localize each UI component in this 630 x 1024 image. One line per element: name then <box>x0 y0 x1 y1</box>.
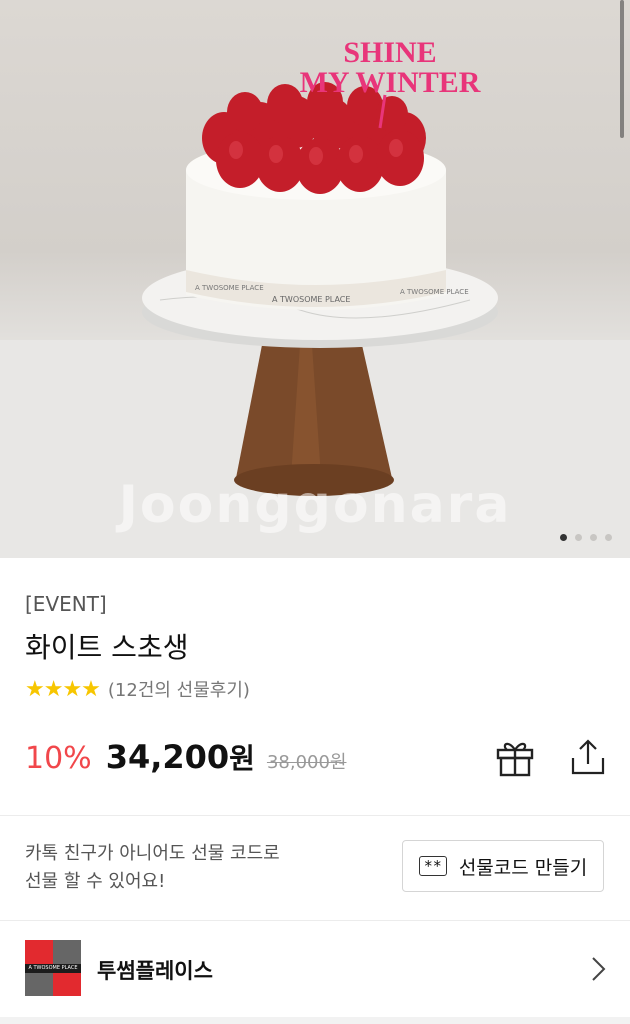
carousel-dot[interactable] <box>590 534 597 541</box>
carousel-dot[interactable] <box>575 534 582 541</box>
create-gift-code-label: 선물코드 만들기 <box>458 856 588 879</box>
divider <box>0 920 630 921</box>
gift-icon <box>496 742 534 777</box>
gift-code-message: 카톡 친구가 아니어도 선물 코드로 선물 할 수 있어요! <box>25 840 280 896</box>
original-price: 38,000원 <box>266 752 347 773</box>
share-button[interactable] <box>568 738 608 778</box>
divider <box>0 815 630 816</box>
brand-name: 투썸플레이스 <box>97 959 213 983</box>
brand-logo-text: A TWOSOME PLACE <box>25 964 81 973</box>
rating[interactable]: ★★★★ (12건의 선물후기) <box>25 676 250 702</box>
create-gift-code-button[interactable]: ** 선물코드 만들기 <box>402 840 604 892</box>
band-text-right: A TWOSOME PLACE <box>400 288 469 296</box>
scrollbar-thumb[interactable] <box>620 0 624 138</box>
gift-code-message-line1: 카톡 친구가 아니어도 선물 코드로 <box>25 843 280 864</box>
carousel-indicator <box>560 534 612 541</box>
product-category: [EVENT] <box>25 592 107 616</box>
price-row: 10% 34,200원 38,000원 <box>25 737 346 777</box>
discount-rate: 10% <box>25 741 92 776</box>
band-text-left: A TWOSOME PLACE <box>195 284 264 292</box>
sale-price-value: 34,200 <box>105 738 230 776</box>
brand-logo: A TWOSOME PLACE <box>25 940 81 996</box>
rating-stars: ★★★★ <box>25 676 101 702</box>
review-count[interactable]: (12건의 선물후기) <box>108 676 250 702</box>
brand-row[interactable]: A TWOSOME PLACE 투썸플레이스 <box>0 922 630 1017</box>
topper-line1: SHINE <box>343 36 436 69</box>
bottom-section-divider <box>0 1017 630 1024</box>
chevron-right-icon <box>592 957 606 981</box>
sale-price: 34,200원 <box>106 737 255 777</box>
product-image-carousel[interactable]: A TWOSOME PLACE A TWOSOME PLACE A TWOSOM… <box>0 0 630 558</box>
gift-code-message-line2: 선물 할 수 있어요! <box>25 871 166 892</box>
watermark: Joonggonara <box>118 475 512 535</box>
topper-line2: MY WINTER <box>300 66 481 99</box>
code-icon: ** <box>418 856 447 876</box>
carousel-dot[interactable] <box>560 534 567 541</box>
band-text-center: A TWOSOME PLACE <box>272 295 350 304</box>
share-icon <box>571 739 605 775</box>
product-title: 화이트 스초생 <box>25 631 189 664</box>
carousel-dot[interactable] <box>605 534 612 541</box>
currency-unit: 원 <box>229 742 255 775</box>
gift-button[interactable] <box>495 738 535 778</box>
